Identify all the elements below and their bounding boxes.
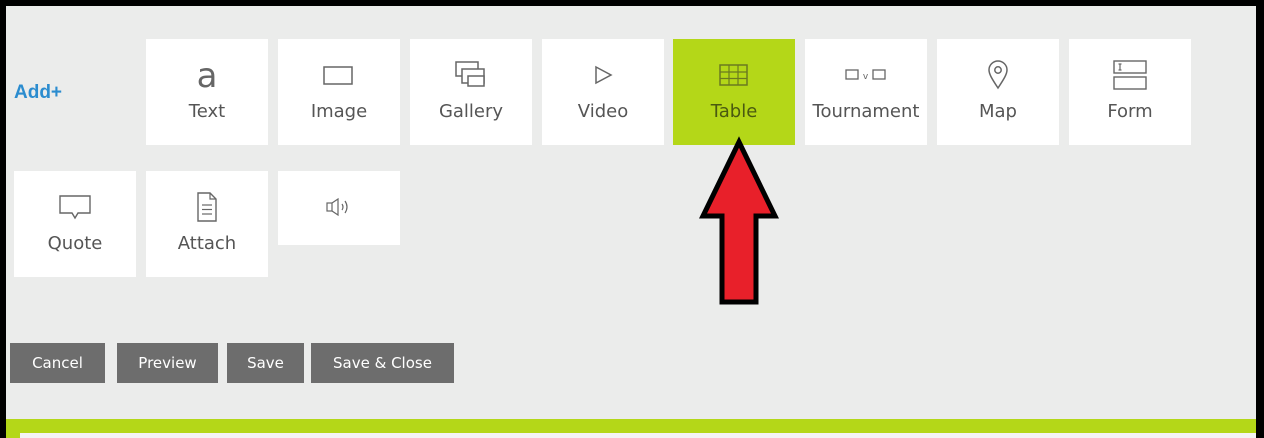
tile-tournament[interactable]: v Tournament [805,39,927,145]
add-label: Add+ [14,82,63,103]
tile-attach-label: Attach [177,233,237,254]
tile-form[interactable]: Form [1069,39,1191,145]
tile-audio[interactable] [278,171,400,245]
tile-map[interactable]: Map [937,39,1059,145]
save-and-close-button[interactable]: Save & Close [311,343,454,383]
tile-quote[interactable]: Quote [14,171,136,277]
preview-button[interactable]: Preview [117,343,218,383]
tile-quote-label: Quote [47,233,103,254]
tile-text[interactable]: a Text [146,39,268,145]
speaker-icon [324,187,354,227]
tile-map-label: Map [979,101,1017,122]
map-pin-icon [986,55,1010,95]
tile-text-label: Text [188,101,226,122]
editor-panel: Add+ a Text Image Gallery Video Table v [6,6,1256,438]
tile-table[interactable]: Table [673,39,795,145]
svg-text:a: a [197,57,218,93]
content-area [20,433,1256,438]
tile-attach[interactable]: Attach [146,171,268,277]
tournament-icon: v [844,55,888,95]
cancel-button[interactable]: Cancel [10,343,105,383]
play-icon [591,55,615,95]
speech-bubble-icon [57,187,93,227]
tile-image-label: Image [310,101,368,122]
svg-text:v: v [863,72,869,82]
tile-video[interactable]: Video [542,39,664,145]
annotation-arrow-icon [699,136,779,305]
save-button[interactable]: Save [227,343,304,383]
form-icon [1112,55,1148,95]
image-icon [322,55,356,95]
tile-table-label: Table [710,101,758,122]
tile-video-label: Video [577,101,629,122]
tile-tournament-label: Tournament [812,101,920,122]
table-icon [717,55,751,95]
tile-gallery[interactable]: Gallery [410,39,532,145]
gallery-icon [452,55,490,95]
tile-form-label: Form [1107,101,1153,122]
tile-gallery-label: Gallery [438,101,504,122]
text-a-icon: a [192,55,222,95]
content-area-border [6,419,1256,438]
document-icon [194,187,220,227]
tile-image[interactable]: Image [278,39,400,145]
